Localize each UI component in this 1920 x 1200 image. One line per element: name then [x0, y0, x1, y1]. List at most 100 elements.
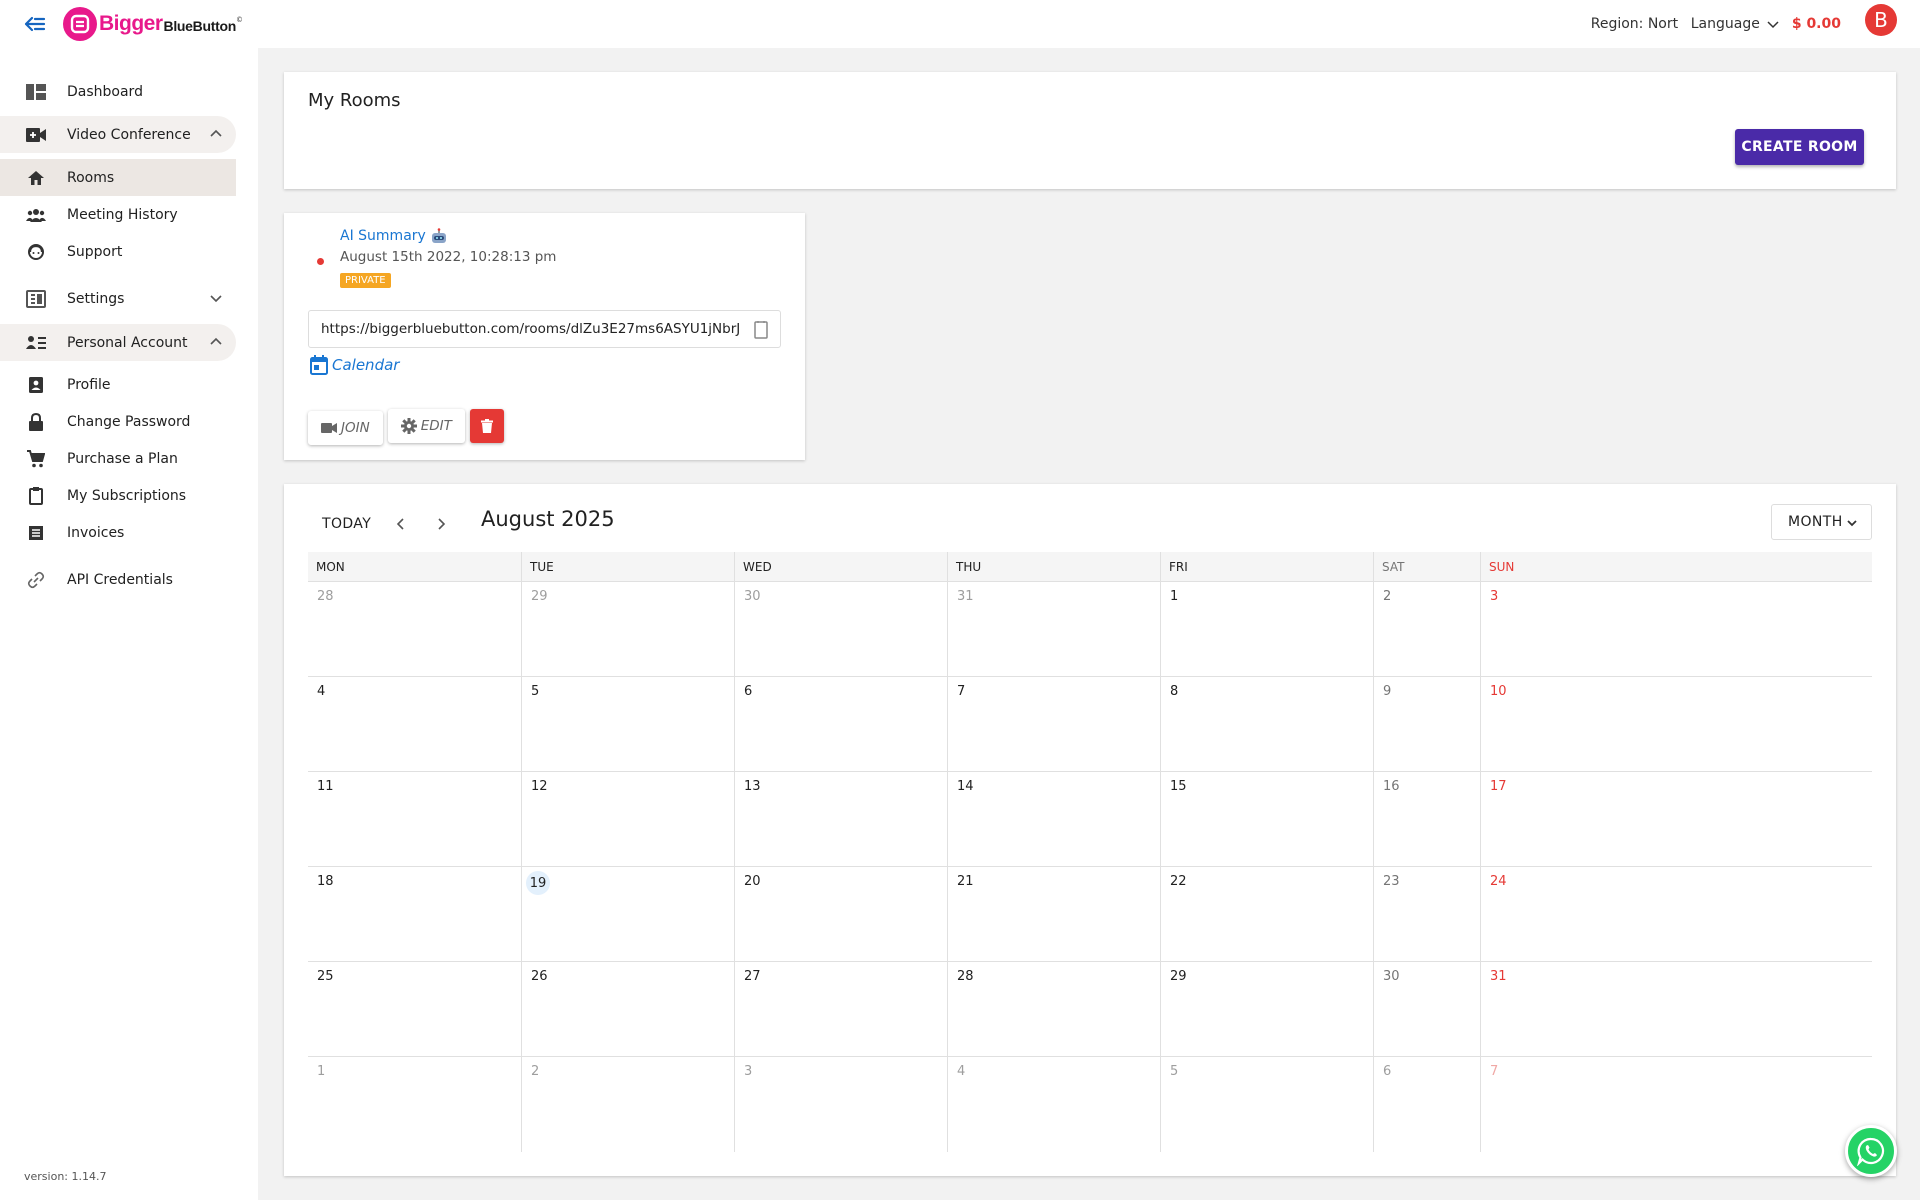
calendar-day-cell[interactable]: 4 [947, 1057, 1160, 1152]
logo[interactable]: Bigger BlueButton © [63, 7, 243, 41]
calendar-week-row: 4 5 6 7 8 9 10 [308, 677, 1872, 772]
sidebar-item-settings[interactable]: Settings [0, 280, 236, 317]
sidebar-item-change-password[interactable]: Change Password [0, 403, 236, 440]
sidebar-item-support[interactable]: Support [0, 233, 236, 270]
top-bar: Bigger BlueButton © Region: North Langua… [0, 0, 1920, 48]
calendar-day-cell[interactable]: 29 [521, 582, 734, 677]
weekday-header-fri: FRI [1160, 552, 1373, 582]
calendar-day-cell[interactable]: 7 [1480, 1057, 1587, 1152]
create-room-button[interactable]: CREATE ROOM [1735, 129, 1864, 165]
calendar-day-cell[interactable]: 23 [1373, 867, 1480, 962]
avatar[interactable]: B [1865, 4, 1897, 36]
calendar-day-cell[interactable]: 21 [947, 867, 1160, 962]
calendar-day-cell[interactable]: 8 [1160, 677, 1373, 772]
calendar-day-cell[interactable]: 15 [1160, 772, 1373, 867]
calendar-day-cell-today[interactable]: 19 [521, 867, 734, 962]
calendar-link[interactable]: Calendar [310, 355, 399, 375]
view-selector[interactable]: MONTH [1771, 504, 1872, 540]
calendar-day-cell[interactable]: 6 [1373, 1057, 1480, 1152]
calendar-day-cell[interactable]: 3 [1480, 582, 1587, 677]
calendar-day-cell[interactable]: 11 [308, 772, 521, 867]
calendar-week-row: 25 26 27 28 29 30 31 [308, 962, 1872, 1057]
sidebar-item-profile[interactable]: Profile [0, 366, 236, 403]
sidebar-item-meeting-history[interactable]: Meeting History [0, 196, 236, 233]
sidebar-item-rooms[interactable]: Rooms [0, 159, 236, 196]
region-selector[interactable]: Region: North [1591, 16, 1679, 32]
sidebar-item-purchase-plan[interactable]: Purchase a Plan [0, 440, 236, 477]
calendar-day-cell[interactable]: 18 [308, 867, 521, 962]
calendar-day-cell[interactable]: 17 [1480, 772, 1587, 867]
calendar-day-cell[interactable]: 2 [1373, 582, 1480, 677]
person-list-icon [25, 332, 47, 354]
weekday-header-sat: SAT [1373, 552, 1480, 582]
calendar-day-cell[interactable]: 7 [947, 677, 1160, 772]
collapse-menu-icon[interactable] [22, 11, 48, 37]
calendar-day-cell[interactable]: 2 [521, 1057, 734, 1152]
today-button[interactable]: TODAY [308, 510, 385, 538]
delete-button[interactable] [469, 409, 504, 443]
robot-icon [431, 228, 446, 243]
whatsapp-icon [1857, 1137, 1885, 1166]
sidebar-item-invoices[interactable]: Invoices [0, 514, 236, 551]
calendar-day-cell[interactable]: 30 [734, 582, 947, 677]
calendar-day-cell[interactable]: 30 [1373, 962, 1480, 1057]
calendar-day-cell[interactable]: 6 [734, 677, 947, 772]
day-number: 11 [317, 779, 334, 794]
day-number: 7 [1490, 1064, 1499, 1079]
calendar-day-cell[interactable]: 1 [308, 1057, 521, 1152]
sidebar-item-api-credentials[interactable]: API Credentials [0, 561, 236, 598]
calendar-day-cell[interactable]: 29 [1160, 962, 1373, 1057]
calendar-day-cell[interactable]: 27 [734, 962, 947, 1057]
chevron-up-icon [210, 129, 222, 137]
sidebar-item-my-subscriptions[interactable]: My Subscriptions [0, 477, 236, 514]
calendar-day-cell[interactable]: 12 [521, 772, 734, 867]
calendar-day-cell[interactable]: 26 [521, 962, 734, 1057]
weekday-header-tue: TUE [521, 552, 734, 582]
day-number: 30 [744, 589, 761, 604]
day-number: 18 [317, 874, 334, 889]
calendar-day-cell[interactable]: 20 [734, 867, 947, 962]
whatsapp-button[interactable] [1845, 1125, 1897, 1177]
calendar-day-cell[interactable]: 25 [308, 962, 521, 1057]
room-name-link[interactable]: AI Summary [340, 228, 448, 244]
day-number: 31 [957, 589, 974, 604]
prev-month-button[interactable] [389, 512, 413, 536]
calendar-day-cell[interactable]: 5 [521, 677, 734, 772]
calendar-day-cell[interactable]: 14 [947, 772, 1160, 867]
calendar-day-cell[interactable]: 9 [1373, 677, 1480, 772]
next-month-button[interactable] [429, 512, 453, 536]
sidebar-item-video-conference[interactable]: Video Conference [0, 116, 236, 153]
copy-icon[interactable] [752, 320, 770, 340]
edit-button[interactable]: EDIT [387, 409, 465, 443]
day-number: 5 [531, 684, 540, 699]
edit-label: EDIT [420, 418, 452, 434]
calendar-day-cell[interactable]: 4 [308, 677, 521, 772]
day-number: 28 [957, 969, 974, 984]
day-number: 17 [1490, 779, 1507, 794]
calendar-day-cell[interactable]: 16 [1373, 772, 1480, 867]
calendar-day-cell[interactable]: 31 [947, 582, 1160, 677]
calendar-day-cell[interactable]: 10 [1480, 677, 1587, 772]
weekday-header-sun: SUN [1480, 552, 1587, 582]
language-selector[interactable]: Language [1691, 16, 1780, 32]
calendar-day-cell[interactable]: 3 [734, 1057, 947, 1152]
calendar-day-cell[interactable]: 28 [947, 962, 1160, 1057]
calendar-week-row: 11 12 13 14 15 16 17 [308, 772, 1872, 867]
sidebar-item-personal-account[interactable]: Personal Account [0, 324, 236, 361]
calendar-day-cell[interactable]: 22 [1160, 867, 1373, 962]
sidebar-item-dashboard[interactable]: Dashboard [0, 73, 236, 110]
page-title: My Rooms [308, 90, 401, 111]
calendar-day-cell[interactable]: 1 [1160, 582, 1373, 677]
join-button[interactable]: JOIN [308, 411, 383, 445]
list-icon [25, 522, 47, 544]
day-number: 31 [1490, 969, 1507, 984]
day-number: 23 [1383, 874, 1400, 889]
calendar-day-cell[interactable]: 13 [734, 772, 947, 867]
chevron-down-icon [210, 295, 222, 303]
calendar-day-cell[interactable]: 24 [1480, 867, 1587, 962]
calendar-day-cell[interactable]: 5 [1160, 1057, 1373, 1152]
calendar-day-cell[interactable]: 28 [308, 582, 521, 677]
day-number: 10 [1490, 684, 1507, 699]
calendar-day-cell[interactable]: 31 [1480, 962, 1587, 1057]
room-url-field[interactable]: https://biggerbluebutton.com/rooms/dlZu3… [308, 310, 781, 348]
